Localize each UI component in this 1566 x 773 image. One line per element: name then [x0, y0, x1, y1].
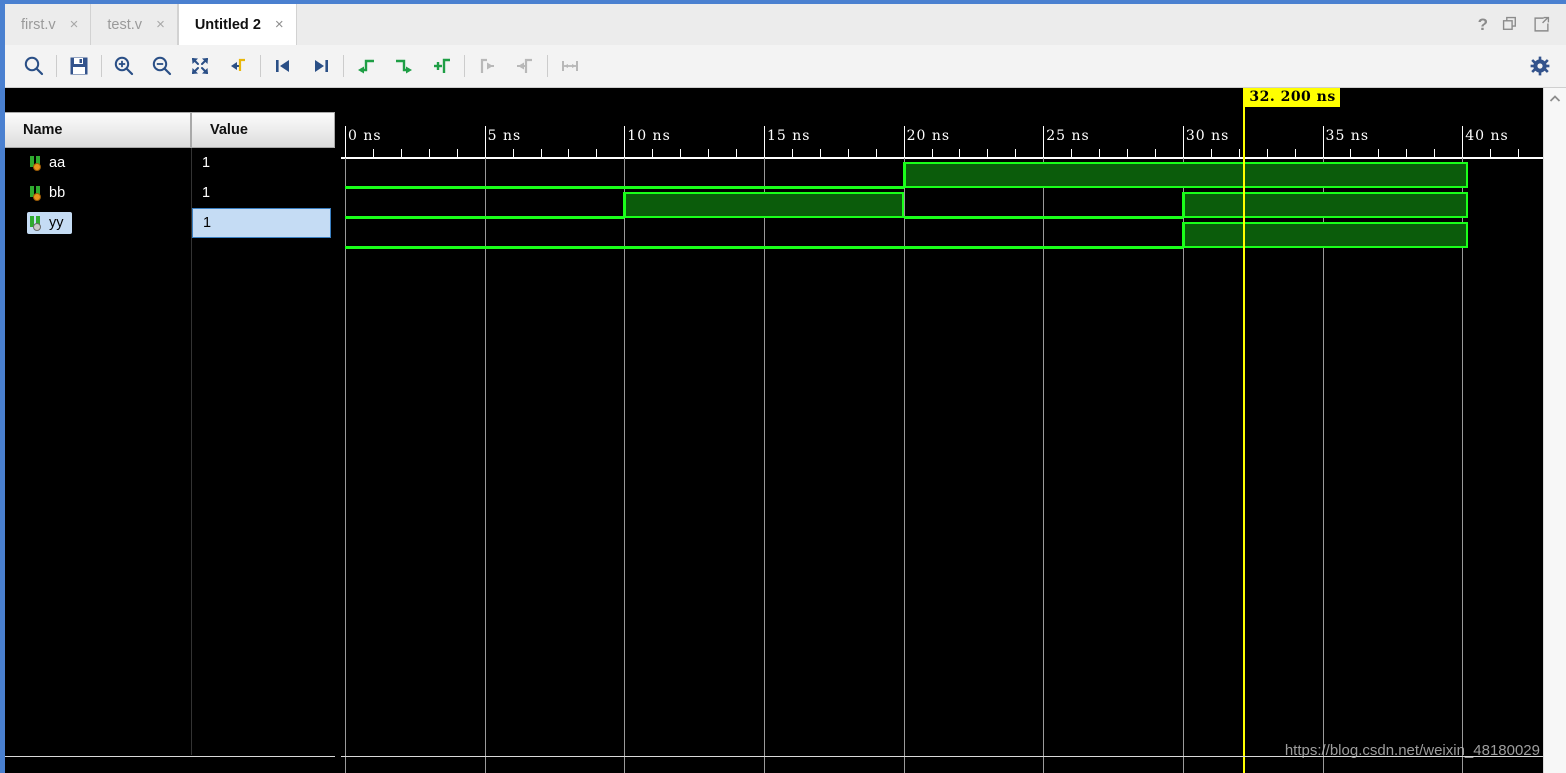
tab-label: Untitled 2	[194, 16, 261, 33]
tab-bar: first.v × test.v × Untitled 2 × ?	[5, 4, 1566, 45]
waveform-low-segment	[903, 216, 1183, 219]
signal-value-bb[interactable]: 1	[192, 178, 335, 208]
scroll-up-icon[interactable]	[1544, 90, 1566, 108]
tab-label: test.v	[107, 16, 143, 33]
signal-waveforms	[341, 160, 1544, 773]
tab-first-v[interactable]: first.v ×	[5, 4, 92, 45]
toolbar-separator	[464, 55, 465, 77]
next-rising-edge-button[interactable]	[385, 47, 423, 85]
major-tick	[1182, 126, 1184, 158]
close-icon[interactable]: ×	[156, 17, 165, 32]
toolbar-separator	[343, 55, 344, 77]
toolbar-separator	[101, 55, 102, 77]
toolbar-separator	[547, 55, 548, 77]
time-ruler[interactable]: 0 ns 5 ns 10 ns 15 ns 20 ns 25 ns 30 ns 35 ns 40…	[341, 88, 1544, 159]
signal-name-label: aa	[49, 155, 66, 171]
tab-label: first.v	[21, 16, 56, 33]
time-tick-label: 30 ns	[1185, 128, 1230, 144]
signal-list-header: Name Value	[5, 112, 335, 148]
waveform-high-segment	[903, 162, 1468, 188]
time-tick-label: 25 ns	[1046, 128, 1090, 144]
waveform-canvas[interactable]: 0 ns 5 ns 10 ns 15 ns 20 ns 25 ns 30 ns 35 ns 40…	[341, 88, 1544, 773]
time-tick-label: 10 ns	[627, 128, 671, 144]
input-signal-icon	[30, 185, 43, 201]
column-header-value[interactable]: Value	[191, 112, 335, 148]
time-tick-label: 35 ns	[1325, 128, 1370, 144]
time-cursor[interactable]	[1243, 88, 1246, 773]
zoom-in-button[interactable]	[105, 47, 143, 85]
close-icon[interactable]: ×	[275, 17, 284, 32]
toolbar-separator	[56, 55, 57, 77]
waveform-viewer-window: first.v × test.v × Untitled 2 × ? Name V…	[0, 0, 1566, 773]
goto-time-button[interactable]	[219, 47, 257, 85]
add-marker-button[interactable]	[423, 47, 461, 85]
toolbar-separator	[260, 55, 261, 77]
waveform-row	[341, 190, 1544, 220]
major-tick	[1043, 126, 1045, 158]
output-signal-icon	[30, 215, 43, 231]
help-icon[interactable]: ?	[1478, 16, 1488, 33]
major-tick	[345, 126, 346, 158]
watermark-text: https://blog.csdn.net/weixin_48180029	[1284, 742, 1540, 759]
previous-marker-button[interactable]	[468, 47, 506, 85]
column-header-name[interactable]: Name	[5, 112, 191, 148]
waveform-low-segment	[345, 216, 625, 219]
zoom-out-button[interactable]	[143, 47, 181, 85]
major-tick	[1462, 126, 1464, 158]
time-tick-label: 20 ns	[906, 128, 951, 144]
waveform-high-segment	[1182, 192, 1468, 218]
input-signal-icon	[30, 155, 43, 171]
signal-name-label: yy	[49, 215, 64, 231]
window-controls: ?	[1478, 4, 1566, 45]
next-marker-button[interactable]	[506, 47, 544, 85]
signal-value-yy[interactable]: 1	[192, 208, 331, 238]
major-tick	[484, 126, 486, 158]
signal-value-column: 1 1 1	[192, 148, 335, 755]
float-window-icon[interactable]	[1533, 16, 1550, 33]
signal-list-pane: Name Value aa bb yy 1 1 1	[5, 88, 335, 773]
measure-button[interactable]	[551, 47, 589, 85]
save-button[interactable]	[60, 47, 98, 85]
signal-name-label: bb	[49, 185, 66, 201]
settings-button[interactable]	[1520, 47, 1560, 85]
restore-icon[interactable]	[1502, 16, 1519, 33]
pane-bottom-divider	[5, 756, 335, 757]
previous-transition-button[interactable]	[264, 47, 302, 85]
time-tick-label: 0 ns	[348, 128, 382, 144]
waveform-row	[341, 160, 1544, 190]
search-button[interactable]	[15, 47, 53, 85]
previous-falling-edge-button[interactable]	[347, 47, 385, 85]
cursor-time-label: 32. 200 ns	[1245, 88, 1340, 107]
zoom-fit-button[interactable]	[181, 47, 219, 85]
time-tick-label: 5 ns	[487, 128, 522, 144]
signal-name-column: aa bb yy	[5, 148, 192, 755]
waveform-high-segment	[1182, 222, 1468, 248]
signal-value-aa[interactable]: 1	[192, 148, 335, 178]
close-icon[interactable]: ×	[70, 17, 79, 32]
waveform-low-segment	[345, 186, 904, 189]
ruler-baseline	[341, 157, 1544, 159]
vertical-scrollbar[interactable]	[1543, 88, 1566, 773]
time-tick-label: 15 ns	[766, 128, 811, 144]
major-tick	[903, 126, 905, 158]
tab-untitled-2[interactable]: Untitled 2 ×	[177, 4, 297, 45]
major-tick	[624, 126, 626, 158]
major-tick	[1322, 126, 1324, 158]
waveform-toolbar	[5, 45, 1566, 88]
waveform-row	[341, 220, 1544, 250]
waveform-high-segment	[624, 192, 904, 218]
tab-test-v[interactable]: test.v ×	[91, 4, 178, 45]
signal-row-aa[interactable]: aa	[5, 148, 191, 178]
major-tick	[763, 126, 765, 158]
waveform-window: Name Value aa bb yy 1 1 1 0 ns 5 ns 10 n…	[5, 88, 1566, 773]
tab-strip-filler	[296, 4, 1478, 45]
waveform-low-segment	[345, 246, 1183, 249]
next-transition-button[interactable]	[302, 47, 340, 85]
signal-row-bb[interactable]: bb	[5, 178, 191, 208]
signal-row-yy[interactable]: yy	[5, 208, 191, 238]
time-tick-label: 40 ns	[1465, 128, 1509, 144]
